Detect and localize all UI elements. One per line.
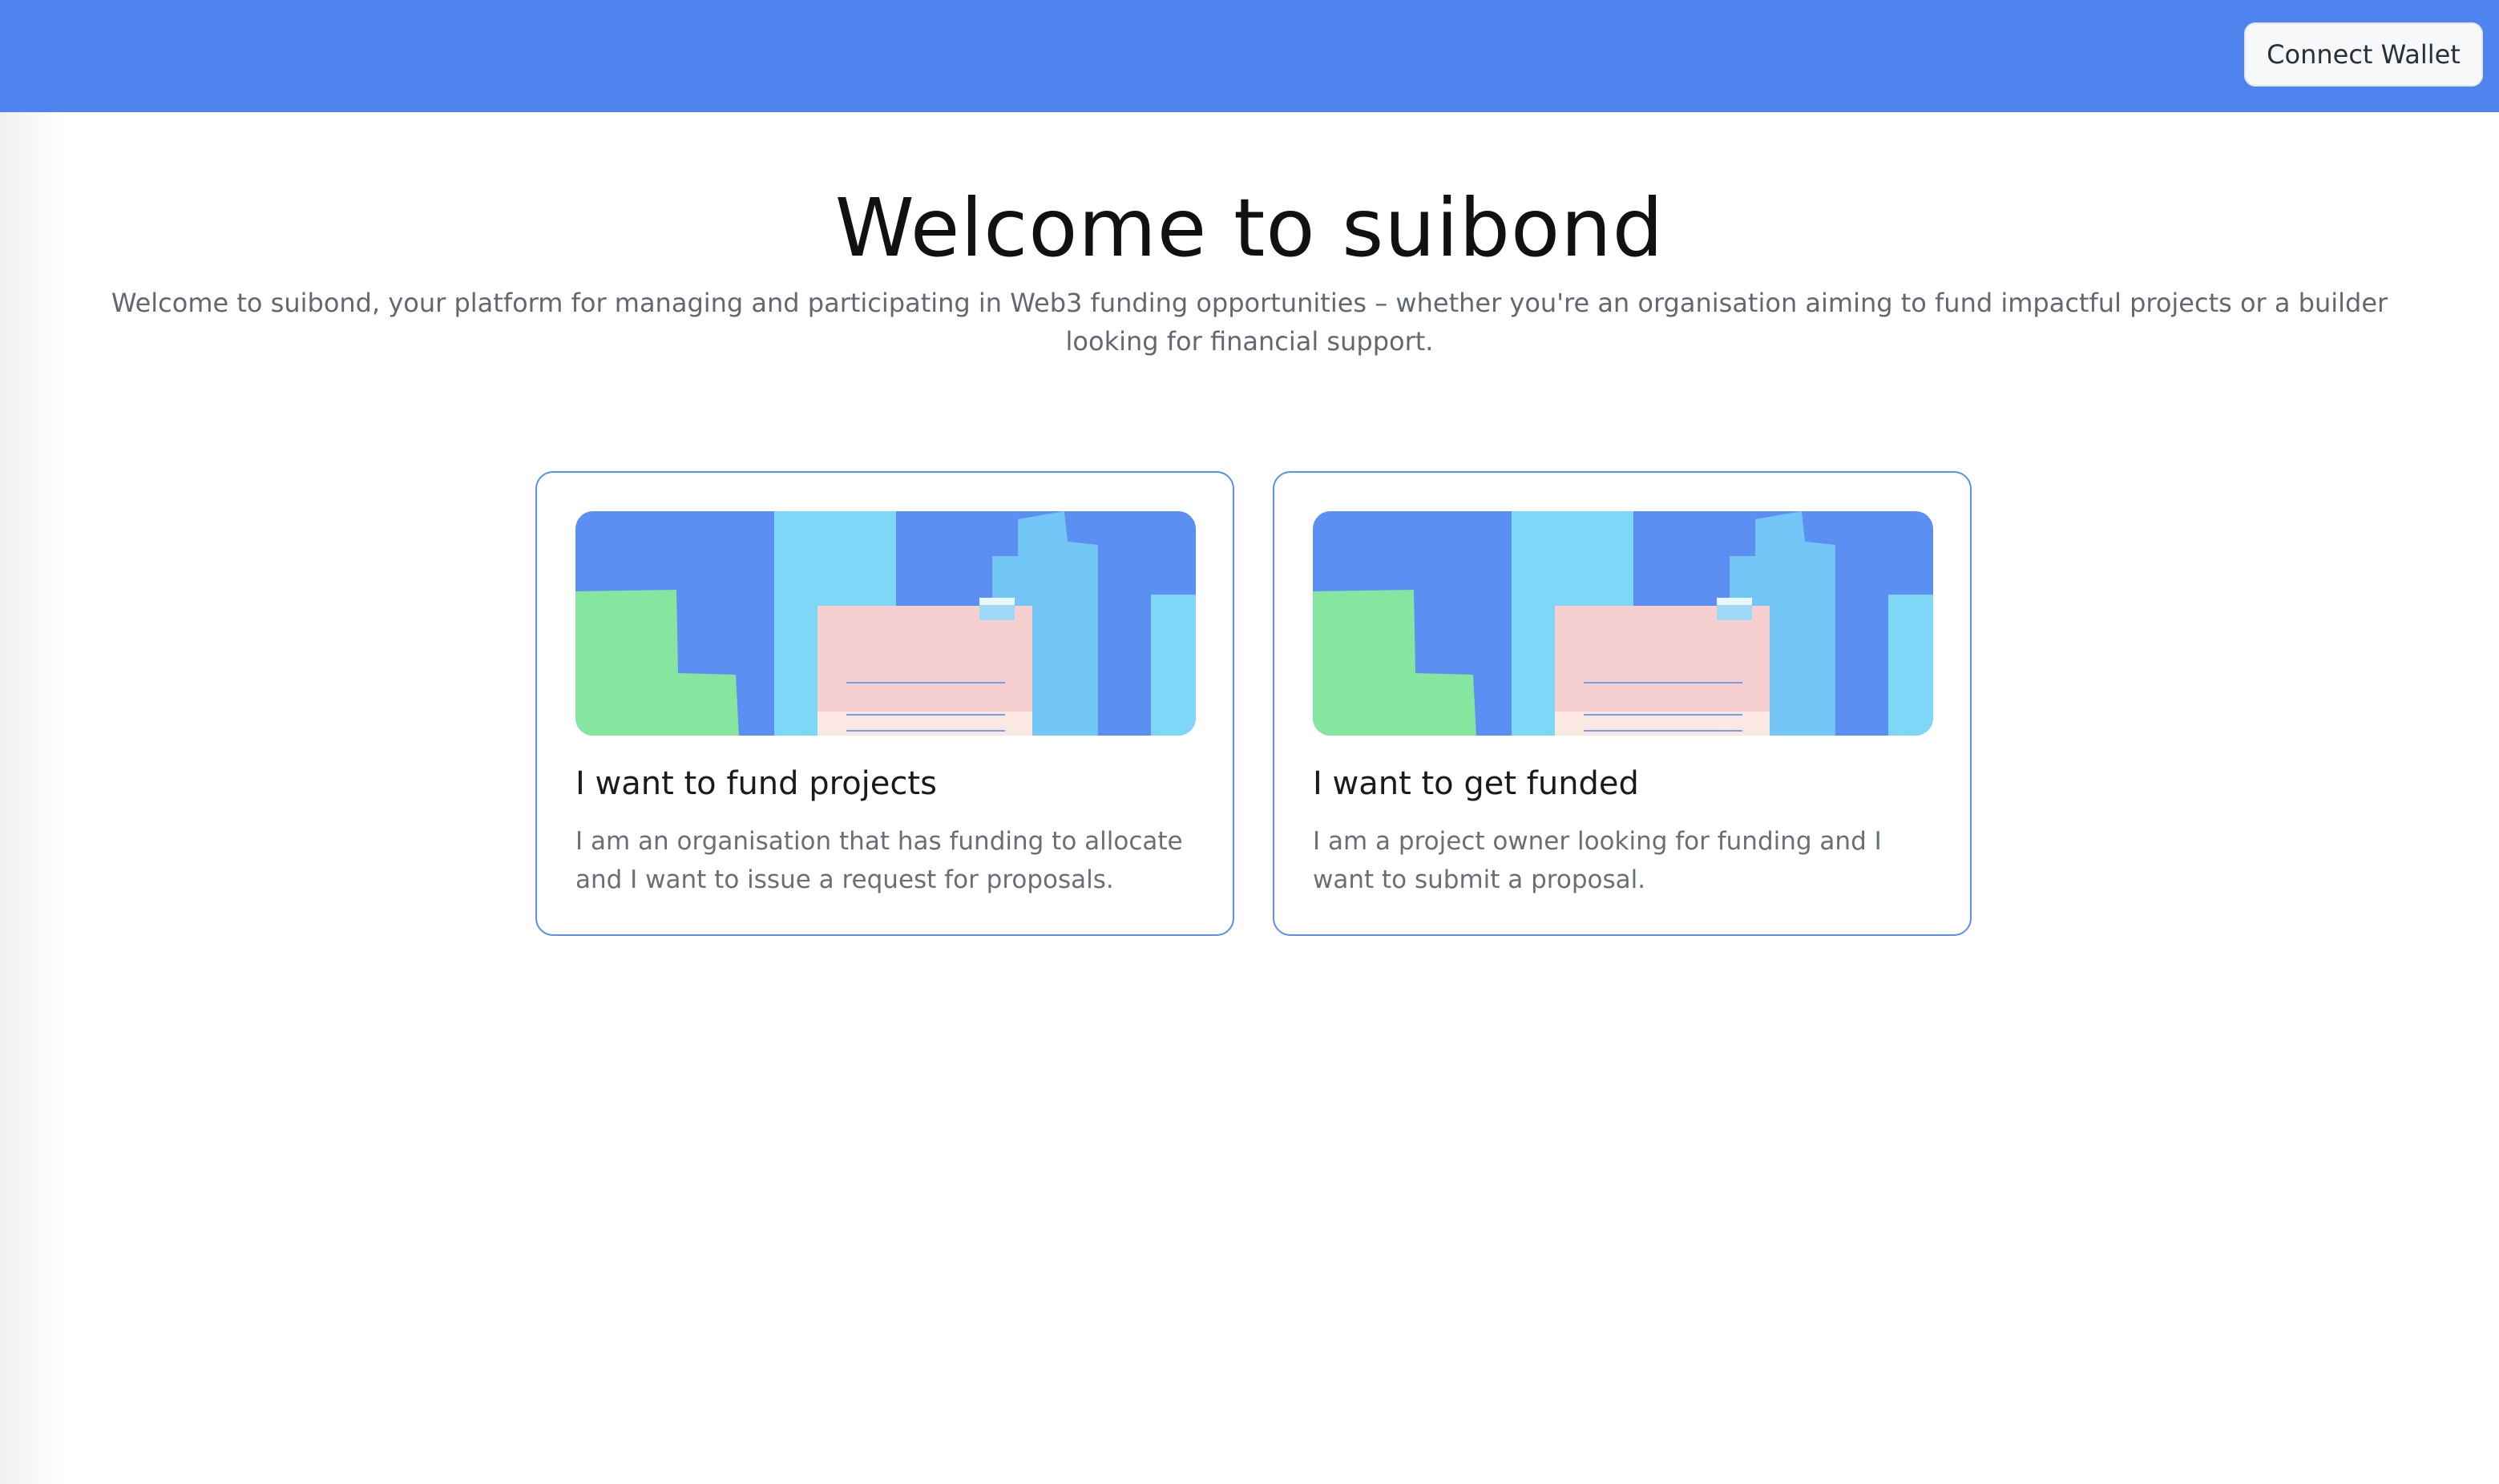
card-title: I want to fund projects: [575, 765, 937, 802]
card-title: I want to get funded: [1313, 765, 1639, 802]
get-funded-card[interactable]: I want to get funded I am a project owne…: [1273, 471, 1972, 936]
welcome-section: Welcome to suibond Welcome to suibond, y…: [0, 176, 2499, 361]
city-illustration-icon: [1313, 511, 1933, 736]
city-illustration-icon: [575, 511, 1196, 736]
connect-wallet-button[interactable]: Connect Wallet: [2244, 22, 2483, 87]
card-description: I am a project owner looking for funding…: [1313, 827, 1882, 894]
welcome-description: Welcome to suibond, your platform for ma…: [111, 288, 2388, 357]
card-description: I am an organisation that has funding to…: [575, 827, 1183, 894]
top-bar: Connect Wallet: [0, 0, 2499, 112]
page-title: Welcome to suibond: [834, 181, 1665, 275]
fund-projects-card[interactable]: I want to fund projects I am an organisa…: [535, 471, 1234, 936]
